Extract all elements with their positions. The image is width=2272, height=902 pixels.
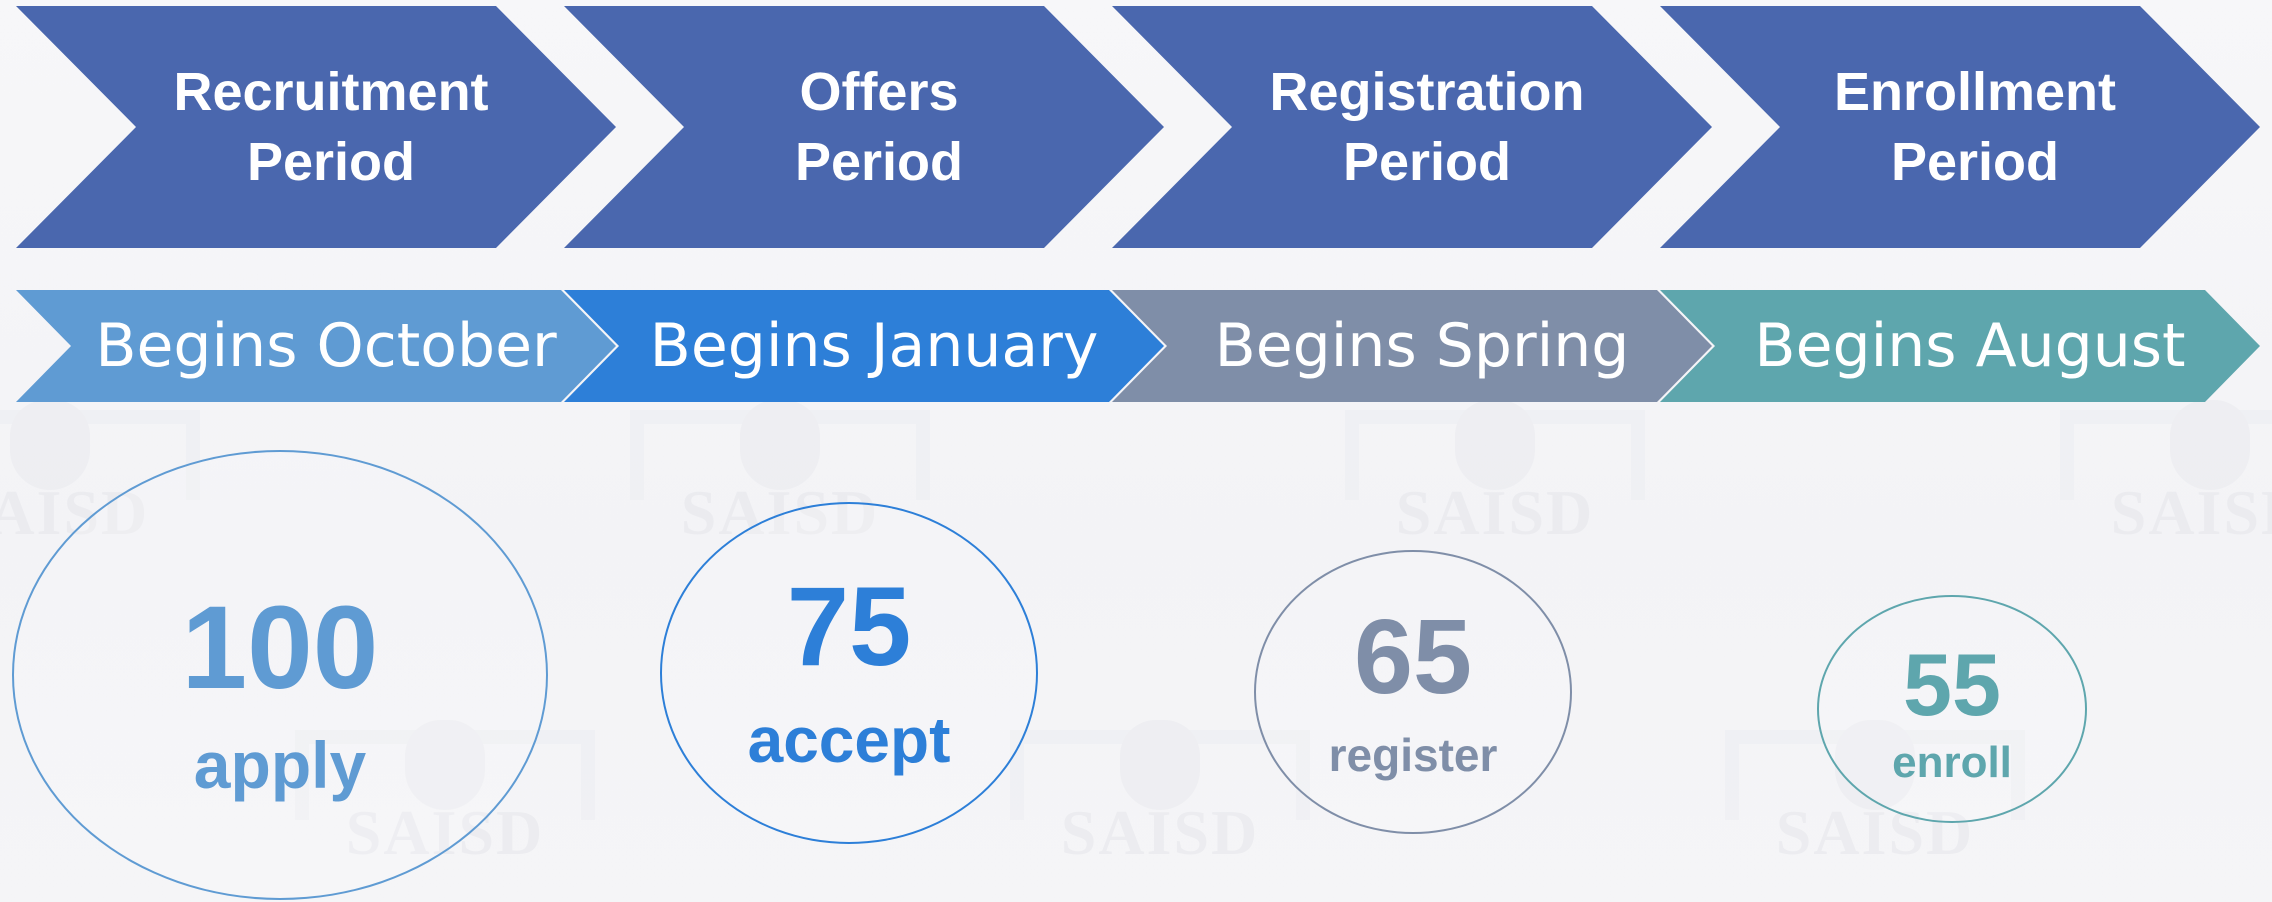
count-value: 55 bbox=[1903, 634, 2001, 734]
count-action: accept bbox=[747, 703, 951, 776]
begins-label: Begins January bbox=[649, 311, 1099, 381]
count-value: 65 bbox=[1354, 597, 1472, 716]
count-circle-enroll: 55 enroll bbox=[1817, 595, 2087, 823]
count-value: 75 bbox=[786, 563, 912, 689]
begins-chevron-october: Begins October bbox=[16, 290, 616, 402]
period-label: Offers Period bbox=[794, 62, 964, 192]
period-chevron-enrollment: Enrollment Period bbox=[1660, 6, 2260, 248]
begins-label: Begins October bbox=[95, 311, 557, 381]
begins-chevron-august: Begins August bbox=[1660, 290, 2260, 402]
begins-chevron-spring: Begins Spring bbox=[1112, 290, 1712, 402]
period-chevron-offers: Offers Period bbox=[564, 6, 1164, 248]
period-chevron-registration: Registration Period bbox=[1112, 6, 1712, 248]
count-circle-register: 65 register bbox=[1254, 550, 1572, 834]
begins-chevron-january: Begins January bbox=[564, 290, 1164, 402]
period-label: Registration Period bbox=[1269, 62, 1585, 192]
count-circle-accept: 75 accept bbox=[660, 502, 1038, 844]
count-value: 100 bbox=[181, 581, 379, 714]
period-label: Recruitment Period bbox=[173, 62, 489, 192]
period-chevron-recruitment: Recruitment Period bbox=[16, 6, 616, 248]
begins-label: Begins August bbox=[1754, 311, 2186, 381]
count-action: apply bbox=[193, 727, 367, 802]
period-label: Enrollment Period bbox=[1833, 62, 2117, 192]
watermark-logo: SAISD bbox=[2060, 400, 2272, 550]
count-action: register bbox=[1328, 728, 1498, 781]
begins-label: Begins Spring bbox=[1214, 311, 1630, 381]
watermark-logo: SAISD bbox=[1345, 400, 1645, 550]
count-circle-apply: 100 apply bbox=[12, 450, 548, 900]
count-action: enroll bbox=[1892, 737, 2012, 787]
